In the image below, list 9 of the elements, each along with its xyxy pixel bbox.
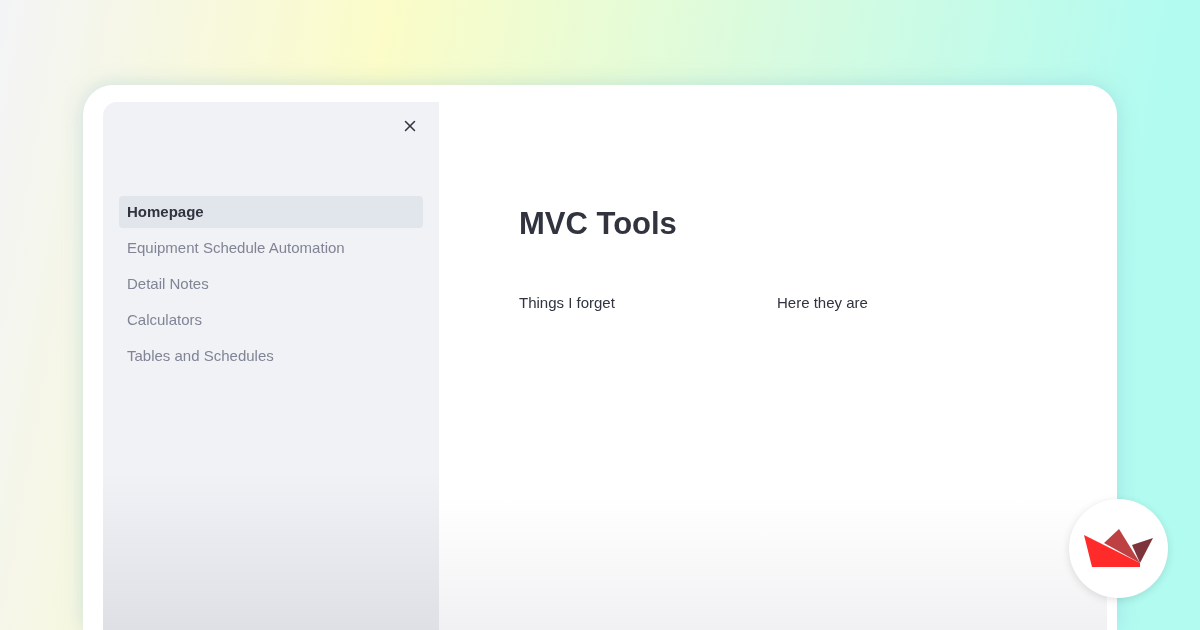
boat-logo-icon — [1083, 528, 1154, 569]
sidebar-item[interactable]: Tables and Schedules — [119, 340, 423, 372]
column-text: Things I forget — [519, 294, 615, 311]
sidebar-item[interactable]: Calculators — [119, 304, 423, 336]
page-title: MVC Tools — [519, 208, 678, 239]
column-text: Here they are — [777, 294, 868, 311]
sidebar-item[interactable]: Detail Notes — [119, 268, 423, 300]
sidebar-item[interactable]: Homepage — [119, 196, 423, 228]
sidebar-item[interactable]: Equipment Schedule Automation — [119, 232, 423, 264]
